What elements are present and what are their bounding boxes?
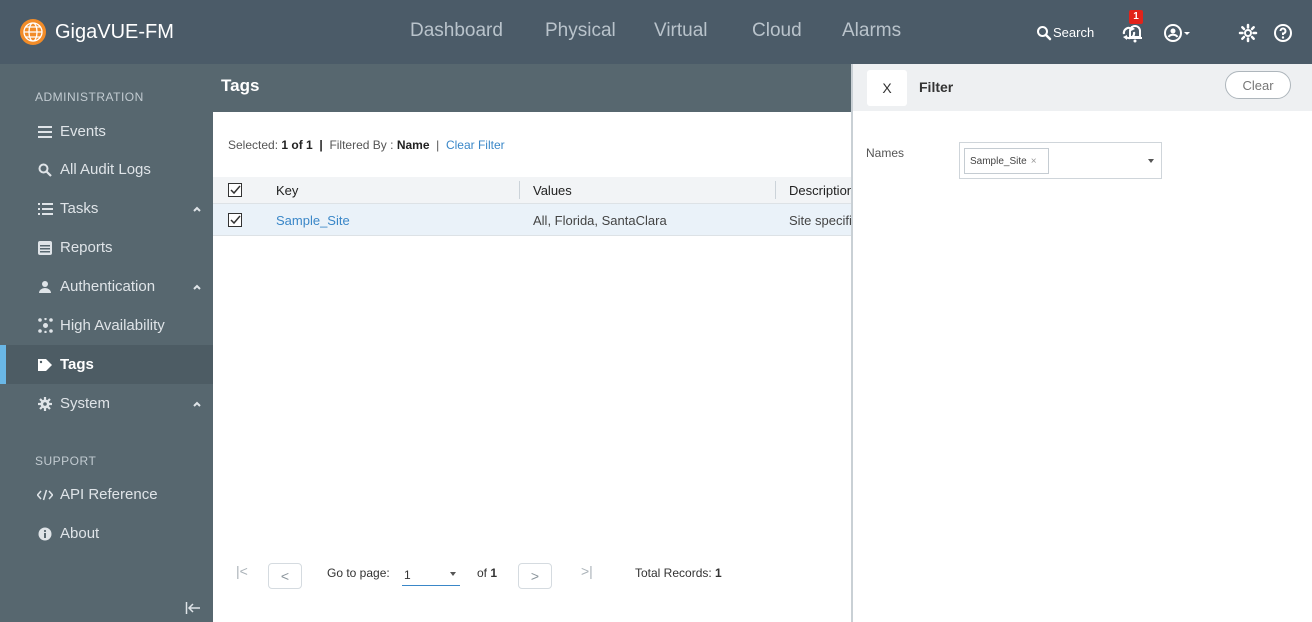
sidebar-item-label: System [60, 395, 111, 412]
tag-icon [37, 357, 53, 373]
names-multiselect[interactable]: Sample_Site × [959, 142, 1162, 179]
filtered-by-value: Name [396, 138, 430, 152]
of-label: of [477, 566, 488, 580]
collapse-sidebar-icon[interactable] [185, 601, 201, 615]
select-all-checkbox[interactable] [228, 183, 242, 197]
filter-header: X Filter Clear [853, 64, 1312, 111]
app-name: GigaVUE-FM [55, 20, 174, 43]
search-label[interactable]: Search [1053, 25, 1094, 40]
globe-logo-icon [20, 19, 46, 45]
filter-title: Filter [919, 79, 954, 95]
sidebar-item-label: Tasks [60, 200, 99, 217]
names-label: Names [866, 146, 905, 160]
filtered-by-prefix: Filtered By : [329, 138, 394, 152]
sidebar: ADMINISTRATION Events All Audit Logs Tas… [0, 64, 213, 622]
sidebar-item-label: Reports [60, 239, 113, 256]
sidebar-section-administration: ADMINISTRATION [35, 90, 144, 104]
cluster-icon [37, 318, 53, 334]
chip-remove-icon[interactable]: × [1031, 156, 1037, 167]
table-row[interactable]: Sample_Site All, Florida, SantaClara Sit… [213, 204, 852, 236]
nav-physical[interactable]: Physical [545, 20, 616, 42]
settings-gear-icon[interactable] [1236, 21, 1260, 45]
sidebar-item-api-reference[interactable]: API Reference [0, 475, 213, 514]
brand[interactable]: GigaVUE-FM [20, 19, 174, 45]
sidebar-item-authentication[interactable]: Authentication [0, 267, 213, 306]
close-filter-button[interactable]: X [867, 70, 907, 106]
row-key-link[interactable]: Sample_Site [276, 213, 350, 228]
selected-count: 1 of 1 [281, 138, 313, 152]
prev-page-button[interactable]: < [268, 563, 302, 589]
sidebar-section-support: SUPPORT [35, 454, 97, 468]
sidebar-item-system[interactable]: System [0, 384, 213, 423]
caret-down-icon [450, 572, 456, 576]
nav-dashboard[interactable]: Dashboard [410, 20, 503, 42]
clear-filter-link[interactable]: Clear Filter [446, 138, 505, 152]
row-checkbox[interactable] [228, 213, 242, 227]
chevron-left-icon: < [280, 568, 290, 584]
of-pages: of 1 [477, 566, 497, 580]
gear-icon [37, 396, 53, 412]
sidebar-item-label: High Availability [60, 317, 165, 334]
search-icon [37, 162, 53, 178]
goto-page-label: Go to page: [327, 566, 390, 580]
chevron-up-icon[interactable] [192, 399, 202, 409]
selected-name-chip: Sample_Site × [964, 148, 1049, 174]
total-records-value: 1 [715, 566, 722, 580]
chevron-up-icon[interactable] [192, 204, 202, 214]
page-number-select[interactable]: 1 [402, 566, 460, 586]
chip-label: Sample_Site [970, 155, 1027, 167]
column-description[interactable]: Description [789, 183, 854, 198]
selection-summary: Selected: 1 of 1 | Filtered By : Name | … [228, 138, 505, 152]
user-icon [37, 279, 53, 295]
sidebar-item-label: API Reference [60, 486, 158, 503]
sidebar-item-label: About [60, 525, 100, 542]
total-pages: 1 [490, 566, 498, 580]
info-icon [37, 526, 53, 542]
chevron-up-icon[interactable] [192, 282, 202, 292]
sidebar-item-about[interactable]: About [0, 514, 213, 553]
sidebar-item-all-audit-logs[interactable]: All Audit Logs [0, 150, 213, 189]
code-icon [37, 487, 53, 503]
total-records: Total Records: 1 [635, 566, 722, 580]
help-icon[interactable] [1271, 21, 1295, 45]
current-page: 1 [404, 568, 411, 582]
sidebar-item-label: Authentication [60, 278, 156, 295]
selected-prefix: Selected: [228, 138, 279, 152]
clear-button[interactable]: Clear [1225, 71, 1291, 99]
caret-down-icon[interactable] [1148, 159, 1154, 163]
sidebar-item-events[interactable]: Events [0, 112, 213, 151]
next-page-button[interactable]: > [518, 563, 552, 589]
user-menu-icon[interactable] [1162, 21, 1192, 45]
row-description: Site specifi [789, 213, 852, 228]
page-title: Tags [221, 76, 260, 95]
column-divider [775, 181, 776, 199]
nav-virtual[interactable]: Virtual [654, 20, 708, 42]
nav-alarms[interactable]: Alarms [842, 20, 901, 42]
column-values[interactable]: Values [533, 183, 572, 198]
sidebar-item-label: Events [60, 123, 106, 140]
sidebar-item-high-availability[interactable]: High Availability [0, 306, 213, 345]
top-bar: GigaVUE-FM Dashboard Physical Virtual Cl… [0, 0, 1312, 64]
notification-badge: 1 [1129, 10, 1143, 24]
last-page-icon[interactable]: >| [581, 563, 593, 579]
first-page-icon[interactable]: |< [236, 563, 248, 579]
bell-icon[interactable] [1123, 21, 1147, 45]
nav-cloud[interactable]: Cloud [752, 20, 802, 42]
filter-panel: X Filter Clear Names Sample_Site × [851, 64, 1312, 622]
row-values: All, Florida, SantaClara [533, 213, 667, 228]
sidebar-item-tasks[interactable]: Tasks [0, 189, 213, 228]
table-header: Key Values Description [213, 177, 854, 204]
chevron-right-icon: > [530, 568, 540, 584]
sidebar-item-label: Tags [60, 356, 94, 373]
tasks-icon [37, 201, 53, 217]
reports-icon [37, 240, 53, 256]
sidebar-item-tags[interactable]: Tags [0, 345, 213, 384]
column-key[interactable]: Key [276, 183, 298, 198]
total-records-label: Total Records: [635, 566, 712, 580]
sidebar-item-reports[interactable]: Reports [0, 228, 213, 267]
sidebar-item-label: All Audit Logs [60, 161, 151, 178]
column-divider [519, 181, 520, 199]
list-icon [37, 124, 53, 140]
page-header: Tags [213, 64, 851, 112]
